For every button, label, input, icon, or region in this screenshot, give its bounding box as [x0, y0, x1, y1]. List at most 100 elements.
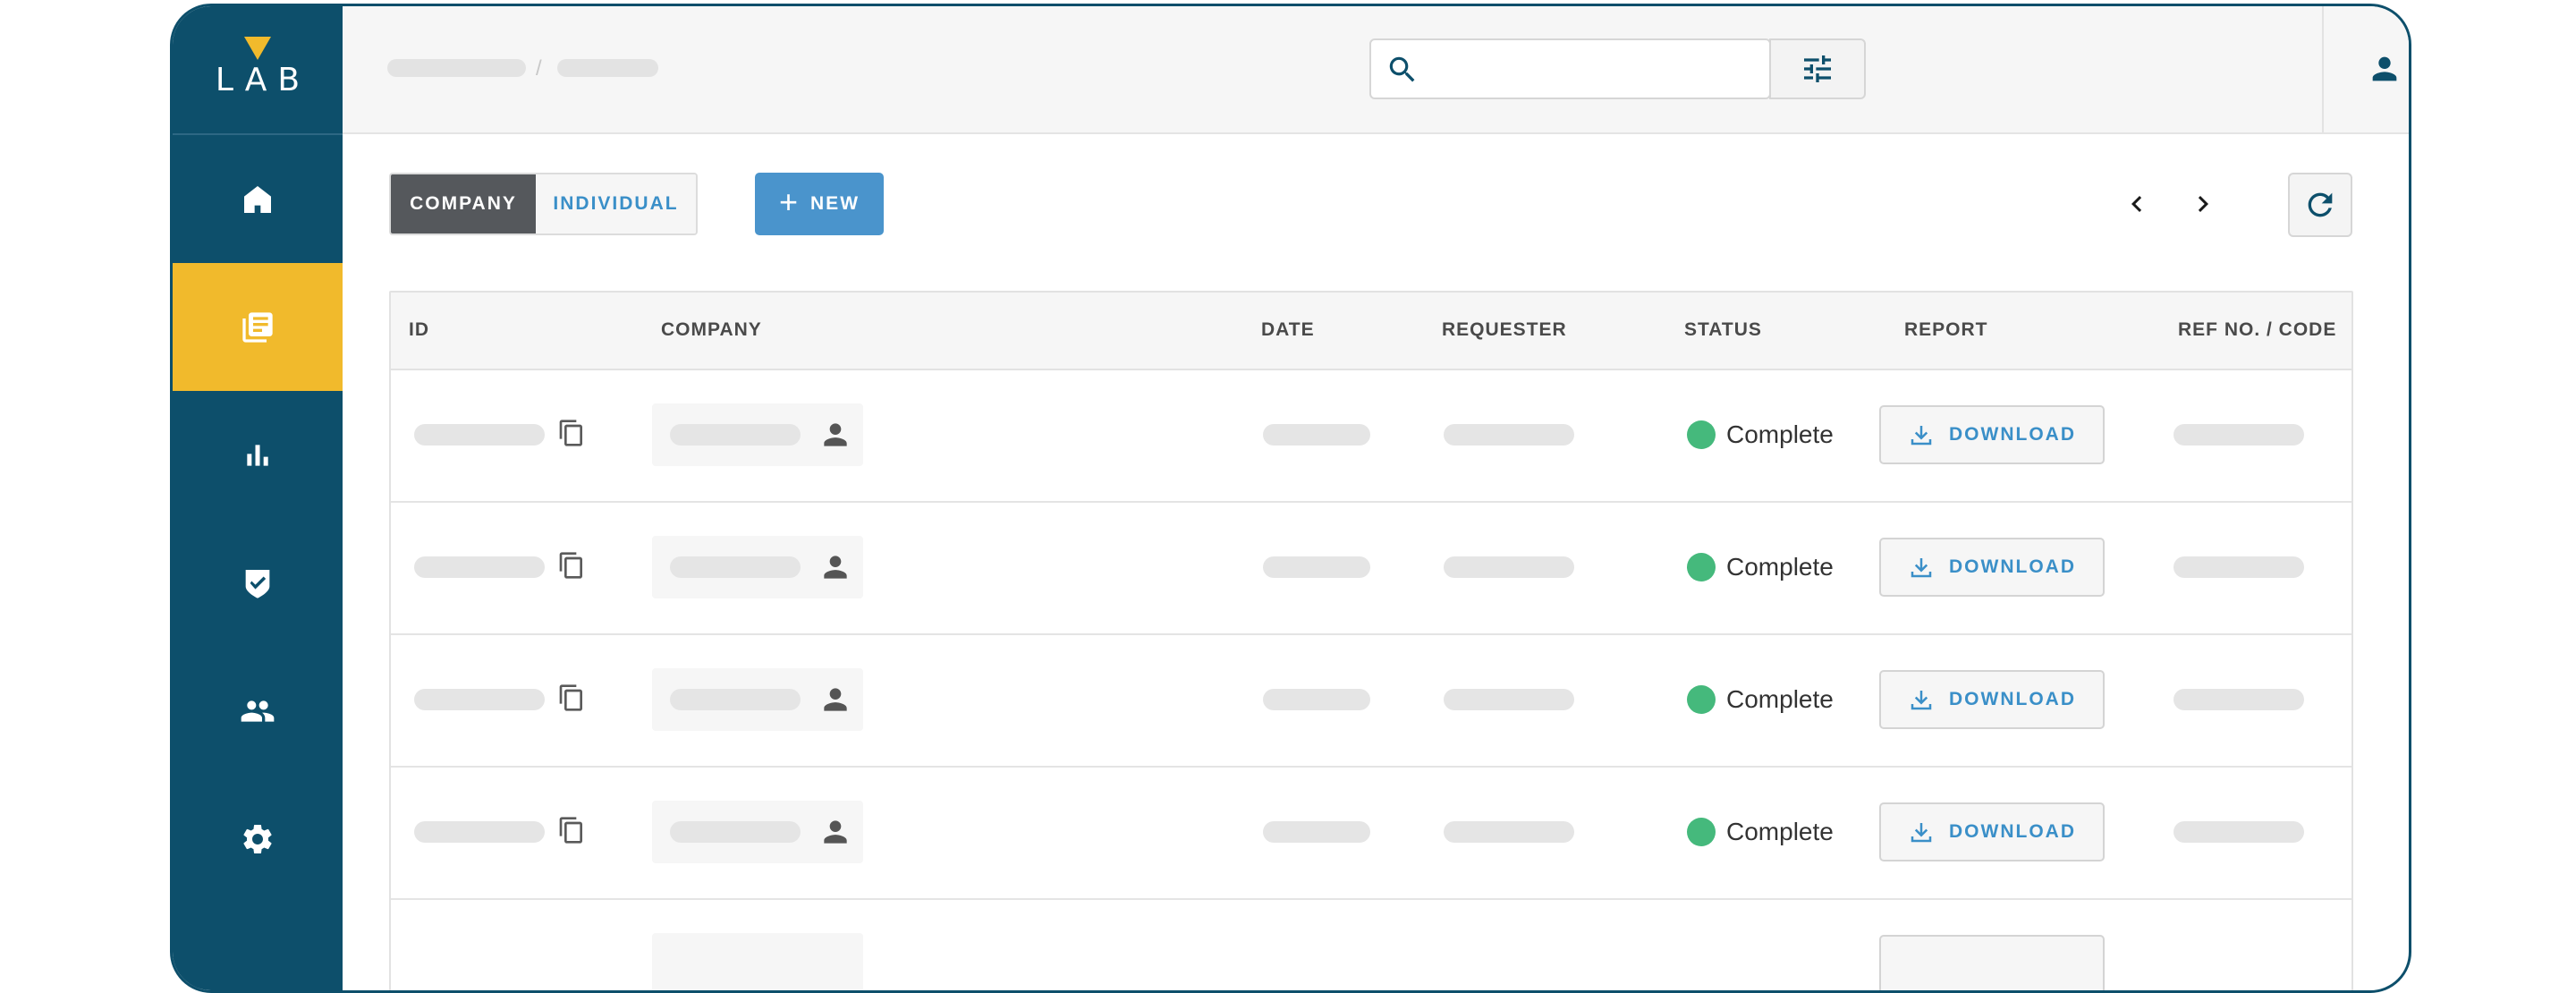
ref-code-placeholder: [2174, 821, 2304, 843]
filter-icon: [1804, 55, 1831, 82]
copy-icon[interactable]: [557, 549, 586, 581]
company-placeholder: [670, 689, 801, 710]
download-button[interactable]: DOWNLOAD: [1879, 802, 2105, 861]
company-placeholder: [670, 821, 801, 843]
status-text: Complete: [1726, 420, 1834, 448]
logo[interactable]: LAB: [173, 6, 343, 135]
app-window: LAB / COMPANY INDIVIDUAL + NEW ID COMPAN…: [170, 4, 2411, 993]
people-icon: [241, 700, 275, 722]
status-dot: [1687, 818, 1716, 846]
company-cell[interactable]: [652, 668, 863, 731]
requester-placeholder: [1444, 556, 1574, 578]
copy-icon[interactable]: [557, 814, 586, 846]
previous-page-chevron-icon[interactable]: [2121, 188, 2153, 220]
requester-placeholder: [1444, 424, 1574, 446]
plus-icon: +: [778, 183, 799, 220]
table-row[interactable]: [391, 898, 2351, 990]
date-placeholder: [1263, 424, 1370, 446]
status-dot: [1687, 685, 1716, 714]
download-label: DOWNLOAD: [1949, 556, 2076, 577]
home-icon: [244, 185, 271, 213]
company-cell[interactable]: [652, 403, 863, 466]
download-button[interactable]: DOWNLOAD: [1879, 670, 2105, 729]
requests-table: ID COMPANY DATE REQUESTER STATUS REPORT …: [389, 291, 2353, 990]
company-placeholder: [670, 424, 801, 446]
logo-text: LAB: [215, 61, 311, 98]
id-placeholder: [414, 556, 545, 578]
requester-placeholder: [1444, 689, 1574, 710]
person-icon: [824, 423, 847, 446]
shield-check-icon: [245, 569, 270, 598]
company-cell[interactable]: [652, 933, 863, 990]
download-icon: [1911, 691, 1932, 710]
column-header-date[interactable]: DATE: [1261, 319, 1315, 341]
download-label: DOWNLOAD: [1949, 821, 2076, 842]
segment-individual[interactable]: INDIVIDUAL: [536, 174, 696, 233]
filter-button[interactable]: [1769, 38, 1866, 99]
sidebar-item-reports[interactable]: [173, 391, 343, 519]
download-button[interactable]: [1879, 935, 2105, 990]
id-placeholder: [414, 424, 545, 446]
download-button[interactable]: DOWNLOAD: [1879, 538, 2105, 597]
company-placeholder: [670, 556, 801, 578]
download-icon: [1911, 426, 1932, 446]
download-button[interactable]: DOWNLOAD: [1879, 405, 2105, 464]
documents-icon: [242, 311, 273, 343]
entity-type-toggle: COMPANY INDIVIDUAL: [389, 173, 698, 235]
column-header-requester[interactable]: REQUESTER: [1442, 319, 1567, 341]
id-placeholder: [414, 689, 545, 710]
user-icon[interactable]: [2367, 51, 2402, 87]
sidebar: LAB: [173, 6, 343, 990]
sidebar-item-home[interactable]: [173, 135, 343, 263]
company-cell[interactable]: [652, 801, 863, 863]
date-placeholder: [1263, 556, 1370, 578]
next-page-chevron-icon[interactable]: [2187, 188, 2219, 220]
breadcrumb-item-placeholder[interactable]: [557, 59, 658, 77]
date-placeholder: [1263, 689, 1370, 710]
sidebar-item-documents[interactable]: [173, 263, 343, 391]
date-placeholder: [1263, 821, 1370, 843]
column-header-ref-code[interactable]: REF NO. / CODE: [2178, 319, 2336, 341]
status-text: Complete: [1726, 685, 1834, 713]
sidebar-item-users[interactable]: [173, 647, 343, 775]
chart-icon: [247, 444, 268, 466]
company-cell[interactable]: [652, 536, 863, 598]
breadcrumb-separator: /: [536, 56, 542, 81]
status-text: Complete: [1726, 818, 1834, 845]
sidebar-item-settings[interactable]: [173, 775, 343, 903]
column-header-status[interactable]: STATUS: [1684, 319, 1762, 341]
download-icon: [1911, 558, 1932, 578]
refresh-button[interactable]: [2288, 173, 2352, 237]
new-button[interactable]: + NEW: [755, 173, 884, 235]
refresh-icon: [2308, 192, 2333, 217]
requester-placeholder: [1444, 821, 1574, 843]
table-row[interactable]: Complete DOWNLOAD: [391, 766, 2351, 900]
sidebar-item-verification[interactable]: [173, 519, 343, 647]
ref-code-placeholder: [2174, 689, 2304, 710]
table-row[interactable]: Complete DOWNLOAD: [391, 633, 2351, 768]
download-label: DOWNLOAD: [1949, 689, 2076, 709]
logo-mark: [244, 36, 271, 60]
breadcrumb-item-placeholder[interactable]: [387, 59, 526, 77]
status-dot: [1687, 553, 1716, 581]
copy-icon[interactable]: [557, 682, 586, 714]
table-row[interactable]: Complete DOWNLOAD: [391, 369, 2351, 503]
top-bar: /: [343, 6, 2409, 134]
table-header: ID COMPANY DATE REQUESTER STATUS REPORT …: [391, 293, 2351, 370]
top-bar-divider: [2322, 6, 2324, 132]
new-button-label: NEW: [810, 193, 860, 214]
download-icon: [1911, 823, 1932, 843]
column-header-id[interactable]: ID: [409, 319, 429, 341]
segment-company[interactable]: COMPANY: [391, 174, 536, 233]
person-icon: [824, 688, 847, 711]
person-icon: [824, 556, 847, 579]
search-icon: [1389, 56, 1415, 82]
column-header-company[interactable]: COMPANY: [661, 319, 762, 341]
copy-icon[interactable]: [557, 417, 586, 449]
status-dot: [1687, 420, 1716, 449]
search-input[interactable]: [1369, 38, 1771, 99]
status-text: Complete: [1726, 553, 1834, 581]
person-icon: [824, 820, 847, 844]
table-row[interactable]: Complete DOWNLOAD: [391, 501, 2351, 635]
column-header-report[interactable]: REPORT: [1904, 319, 1988, 341]
